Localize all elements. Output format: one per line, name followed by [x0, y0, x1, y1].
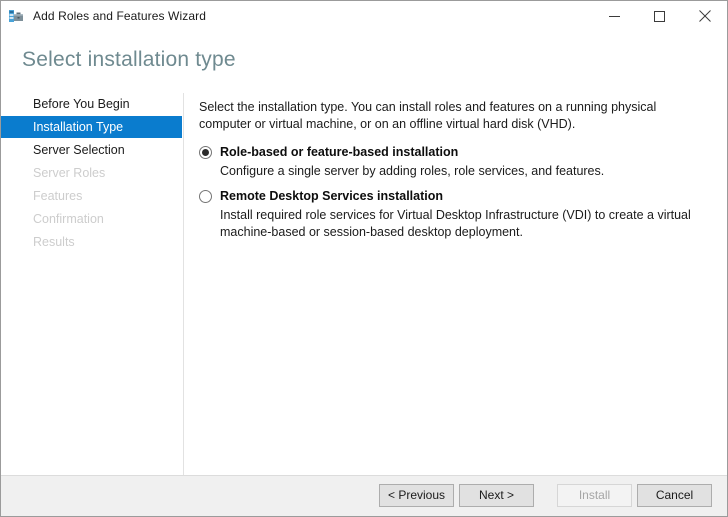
window-title: Add Roles and Features Wizard [33, 9, 206, 23]
intro-description: Select the installation type. You can in… [199, 100, 657, 131]
dialog-footer: < Previous Next > Install Cancel [1, 475, 727, 516]
maximize-icon [654, 10, 665, 22]
option-description: Install required role services for Virtu… [220, 208, 691, 239]
sidebar-item-installation-type[interactable]: Installation Type [1, 116, 182, 138]
window-controls [592, 1, 727, 31]
footer-button-group: < Previous Next > Install Cancel [379, 484, 712, 507]
close-button[interactable] [682, 1, 727, 31]
cancel-button[interactable]: Cancel [637, 484, 712, 507]
sidebar-item-results: Results [33, 235, 75, 249]
install-button: Install [557, 484, 632, 507]
close-icon [698, 10, 711, 22]
sidebar-item-features: Features [33, 189, 83, 203]
add-roles-and-features-wizard-window: Add Roles and Features Wizard Select ins… [0, 0, 728, 517]
previous-button[interactable]: < Previous [379, 484, 454, 507]
title-bar: Add Roles and Features Wizard [1, 1, 727, 31]
wizard-content: Select the installation type. You can in… [184, 93, 727, 475]
option-label: Remote Desktop Services installation [220, 189, 443, 203]
sidebar-item-server-selection[interactable]: Server Selection [1, 139, 183, 161]
installation-type-option-role-based[interactable]: Role-based or feature-based installation… [199, 144, 709, 180]
radio-remote-desktop-services-installation[interactable] [199, 190, 212, 203]
installation-type-option-remote-desktop[interactable]: Remote Desktop Services installation Ins… [199, 188, 709, 241]
server-wizard-icon [8, 8, 24, 24]
option-description: Configure a single server by adding role… [220, 164, 605, 178]
sidebar-item-server-roles: Server Roles [33, 166, 106, 180]
maximize-button[interactable] [637, 1, 682, 31]
minimize-button[interactable] [592, 1, 637, 31]
wizard-body: Before You Begin Installation Type Serve… [1, 93, 727, 475]
option-row: Role-based or feature-based installation [199, 144, 709, 160]
minimize-icon [609, 11, 620, 22]
radio-role-based-installation[interactable] [199, 146, 212, 159]
page-title: Select installation type [22, 48, 236, 71]
sidebar-item-confirmation: Confirmation [33, 212, 104, 226]
option-row: Remote Desktop Services installation [199, 188, 709, 204]
option-label: Role-based or feature-based installation [220, 145, 459, 159]
wizard-step-navigation: Before You Begin Installation Type Serve… [1, 93, 184, 475]
next-button[interactable]: Next > [459, 484, 534, 507]
sidebar-item-before-you-begin[interactable]: Before You Begin [1, 93, 183, 115]
